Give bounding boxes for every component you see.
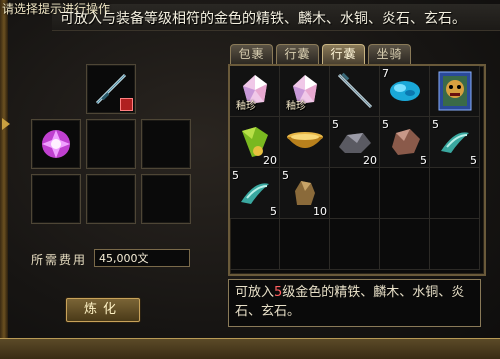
equipment-slot[interactable]	[86, 64, 136, 114]
expand-arrow-icon[interactable]	[2, 118, 10, 130]
tab-bag[interactable]: 包裹	[230, 44, 273, 64]
item-rarity-label: 釉珍	[286, 101, 306, 112]
purple-gem-icon	[42, 130, 70, 158]
fee-value: 45,000文	[94, 249, 190, 267]
inventory-slot[interactable]: 釉珍	[280, 66, 330, 117]
window-left-border	[0, 0, 8, 358]
fee-label: 所需费用	[31, 253, 88, 267]
jade-ornament-icon	[240, 183, 269, 204]
material-slot-3[interactable]	[141, 119, 191, 169]
bottom-bar	[0, 338, 500, 359]
inventory-slot[interactable]	[380, 168, 430, 219]
tab-pack-2[interactable]: 行囊	[322, 44, 365, 64]
item-quantity: 20	[363, 154, 377, 167]
item-quantity: 5	[420, 154, 427, 167]
jade-ornament-icon	[440, 132, 469, 153]
description-prefix: 可放入	[235, 285, 275, 300]
inventory-slot[interactable]	[430, 66, 480, 117]
inventory-slot[interactable]: 7	[380, 66, 430, 117]
material-slot-6[interactable]	[141, 174, 191, 224]
golden-bowl-icon	[286, 132, 323, 148]
smelt-button[interactable]: 炼化	[66, 298, 140, 322]
inventory-slot[interactable]	[280, 219, 330, 270]
inventory-slot[interactable]: 5 5	[430, 117, 480, 168]
inventory-slot[interactable]	[380, 219, 430, 270]
item-rarity-label: 釉珍	[236, 101, 256, 112]
inventory-slot[interactable]	[430, 168, 480, 219]
tab-pack-1[interactable]: 行囊	[276, 44, 319, 64]
inventory-slot[interactable]	[430, 219, 480, 270]
blue-stone-icon	[389, 81, 420, 101]
material-slot-4[interactable]	[31, 174, 81, 224]
iron-ore-icon	[338, 133, 371, 153]
item-description: 可放入5级金色的精铁、麟木、水铜、炎石、玄石。	[228, 279, 481, 327]
inventory-slot[interactable]: 5 5	[380, 117, 430, 168]
inventory-slot[interactable]: 5 10	[280, 168, 330, 219]
inventory-grid: 釉珍 釉珍 7 20 5 20 5 5 5 5 5 5 5 10	[230, 66, 480, 270]
inventory-slot[interactable]	[330, 168, 380, 219]
top-description: 可放入与装备等级相符的金色的精铁、麟木、水铜、炎石、玄石。	[60, 11, 466, 27]
inventory-slot[interactable]	[280, 117, 330, 168]
inventory-slot[interactable]	[330, 66, 380, 117]
sword-icon	[337, 72, 372, 109]
tab-mount[interactable]: 坐骑	[368, 44, 411, 64]
inventory-slot[interactable]: 釉珍	[230, 66, 280, 117]
inventory-slot[interactable]: 5 5	[230, 168, 280, 219]
item-quantity: 5	[470, 154, 477, 167]
item-quantity: 10	[313, 205, 327, 218]
material-slot-1[interactable]	[31, 119, 81, 169]
inventory-slot[interactable]: 5 20	[330, 117, 380, 168]
inventory-slot[interactable]	[330, 219, 380, 270]
item-quantity: 5	[270, 205, 277, 218]
demon-card-icon	[438, 71, 471, 111]
inventory-slot[interactable]	[230, 219, 280, 270]
material-slot-2[interactable]	[86, 119, 136, 169]
copper-ore-icon	[391, 129, 420, 155]
material-slot-5[interactable]	[86, 174, 136, 224]
locked-icon	[120, 98, 133, 111]
inventory-slot[interactable]: 20	[230, 117, 280, 168]
inventory-tabs: 包裹 行囊 行囊 坐骑	[230, 44, 411, 64]
item-quantity: 20	[263, 154, 277, 167]
